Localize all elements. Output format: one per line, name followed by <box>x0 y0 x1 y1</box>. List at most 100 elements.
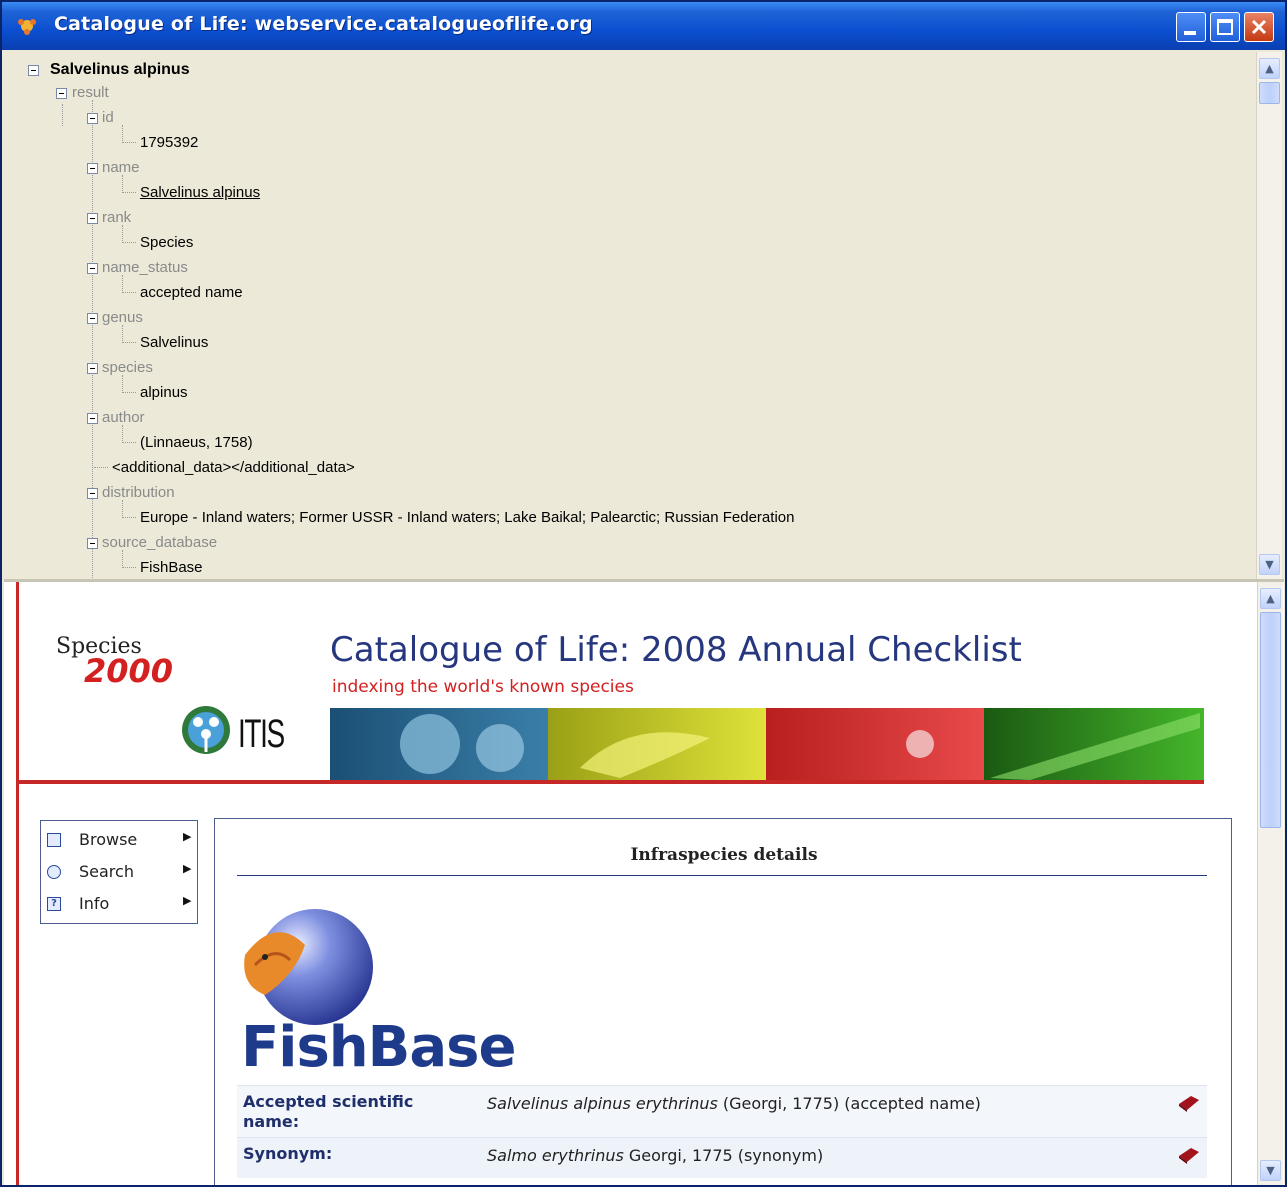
tree-connector <box>122 550 123 566</box>
itis-logo-icon <box>182 706 230 754</box>
banner-image <box>330 708 1204 780</box>
tree-connector <box>122 375 123 391</box>
scientific-name-link[interactable]: Salvelinus alpinus erythrinus <box>487 1094 718 1113</box>
tree-connector <box>122 225 123 241</box>
tree-value-name-status[interactable]: accepted name <box>140 283 243 303</box>
itis-logo[interactable]: ITIS <box>238 712 285 757</box>
close-icon <box>1251 19 1267 35</box>
tree-node-species[interactable]: species <box>102 358 153 378</box>
name-status-collapse-toggle[interactable] <box>87 263 98 274</box>
tree-root-label[interactable]: Salvelinus alpinus <box>50 60 190 80</box>
row-label: Synonym: <box>243 1144 333 1163</box>
book-icon[interactable] <box>1177 1094 1201 1112</box>
tree-connector <box>122 425 123 441</box>
species2000-logo-bottom[interactable]: 2000 <box>84 652 173 690</box>
web-browser-pane[interactable]: Species 2000 ITIS Catalogue of Life: 200… <box>4 582 1284 1185</box>
details-heading: Infraspecies details <box>630 845 818 865</box>
tree-connector <box>122 292 136 293</box>
row-value: Salmo erythrinus Georgi, 1775 (synonym) <box>487 1146 823 1165</box>
scroll-down-button[interactable]: ▼ <box>1259 554 1280 575</box>
menu-item-search[interactable]: Search ▶ <box>47 861 195 889</box>
minimize-icon <box>1184 31 1196 35</box>
tree-connector <box>122 517 136 518</box>
info-icon: ? <box>47 897 61 911</box>
result-collapse-toggle[interactable] <box>56 88 67 99</box>
tree-node-id[interactable]: id <box>102 108 114 128</box>
tree-node-additional-data[interactable]: <additional_data></additional_data> <box>112 458 355 478</box>
browser-scrollbar[interactable]: ▲ ▼ <box>1257 582 1283 1185</box>
submenu-arrow-icon: ▶ <box>183 894 192 907</box>
row-label: Accepted scientific name: <box>243 1092 414 1131</box>
submenu-arrow-icon: ▶ <box>183 830 192 843</box>
submenu-arrow-icon: ▶ <box>183 862 192 875</box>
header-red-rule <box>19 780 1204 784</box>
rank-collapse-toggle[interactable] <box>87 213 98 224</box>
scroll-thumb[interactable] <box>1259 82 1280 104</box>
menu-item-info[interactable]: ? Info ▶ <box>47 893 195 921</box>
menu-label: Browse <box>79 830 138 849</box>
maximize-button[interactable] <box>1210 12 1240 42</box>
tree-value-species[interactable]: alpinus <box>140 383 188 403</box>
table-row: Accepted scientific name: Salvelinus alp… <box>237 1085 1207 1138</box>
tree-connector <box>122 175 123 191</box>
title-bar[interactable]: Catalogue of Life: webservice.catalogueo… <box>2 2 1285 50</box>
side-menu: Browse ▶ Search ▶ ? Info ▶ <box>40 820 198 924</box>
source-database-collapse-toggle[interactable] <box>87 538 98 549</box>
tree-node-rank[interactable]: rank <box>102 208 131 228</box>
search-icon <box>47 865 61 879</box>
distribution-collapse-toggle[interactable] <box>87 488 98 499</box>
name-collapse-toggle[interactable] <box>87 163 98 174</box>
tree-connector <box>122 500 123 516</box>
tree-value-distribution[interactable]: Europe - Inland waters; Former USSR - In… <box>140 508 794 528</box>
details-panel: Infraspecies details FishBase Accepted s… <box>214 818 1232 1185</box>
row-value-rest: (Georgi, 1775) (accepted name) <box>717 1094 981 1113</box>
author-collapse-toggle[interactable] <box>87 413 98 424</box>
tree-connector <box>122 142 136 143</box>
tree-connector <box>122 242 136 243</box>
tree-connector <box>122 125 123 141</box>
scientific-name-link[interactable]: Salmo erythrinus <box>487 1146 624 1165</box>
tree-node-source-database[interactable]: source_database <box>102 533 217 553</box>
tree-connector <box>122 392 136 393</box>
scroll-up-button[interactable]: ▲ <box>1260 588 1281 609</box>
page-subtitle: indexing the world's known species <box>332 677 634 697</box>
tree-value-author[interactable]: (Linnaeus, 1758) <box>140 433 253 453</box>
page-title: Catalogue of Life: 2008 Annual Checklist <box>330 630 1022 670</box>
tree-node-name-status[interactable]: name_status <box>102 258 188 278</box>
tree-value-source-database[interactable]: FishBase <box>140 558 203 578</box>
row-value: Salvelinus alpinus erythrinus (Georgi, 1… <box>487 1094 981 1113</box>
tree-connector <box>122 192 136 193</box>
menu-label: Search <box>79 862 134 881</box>
tree-node-result[interactable]: result <box>72 83 109 103</box>
window-title: Catalogue of Life: webservice.catalogueo… <box>54 13 593 35</box>
details-divider <box>237 875 1207 876</box>
tree-connector <box>122 567 136 568</box>
scroll-up-button[interactable]: ▲ <box>1259 58 1280 79</box>
menu-item-browse[interactable]: Browse ▶ <box>47 829 195 857</box>
tree-connector <box>62 104 63 126</box>
browse-icon <box>47 833 61 847</box>
scroll-down-button[interactable]: ▼ <box>1260 1160 1281 1181</box>
book-icon[interactable] <box>1177 1146 1201 1164</box>
xml-tree-view[interactable]: Salvelinus alpinus result id 1795392 nam… <box>4 52 1256 580</box>
species-collapse-toggle[interactable] <box>87 363 98 374</box>
root-collapse-toggle[interactable] <box>28 65 39 76</box>
fishbase-logo[interactable]: FishBase <box>241 1015 516 1080</box>
scroll-thumb[interactable] <box>1260 612 1281 828</box>
tree-connector <box>122 442 136 443</box>
tree-scrollbar[interactable]: ▲ ▼ <box>1256 52 1282 580</box>
minimize-button[interactable] <box>1176 12 1206 42</box>
id-collapse-toggle[interactable] <box>87 113 98 124</box>
close-button[interactable] <box>1244 12 1274 42</box>
tree-value-rank[interactable]: Species <box>140 233 193 253</box>
tree-node-name[interactable]: name <box>102 158 140 178</box>
menu-label: Info <box>79 894 110 913</box>
tree-node-author[interactable]: author <box>102 408 145 428</box>
tree-value-name[interactable]: Salvelinus alpinus <box>140 183 260 203</box>
tree-value-genus[interactable]: Salvelinus <box>140 333 208 353</box>
tree-node-distribution[interactable]: distribution <box>102 483 175 503</box>
tree-value-id[interactable]: 1795392 <box>140 133 198 153</box>
tree-connector <box>122 325 123 341</box>
genus-collapse-toggle[interactable] <box>87 313 98 324</box>
maximize-icon <box>1217 19 1233 35</box>
